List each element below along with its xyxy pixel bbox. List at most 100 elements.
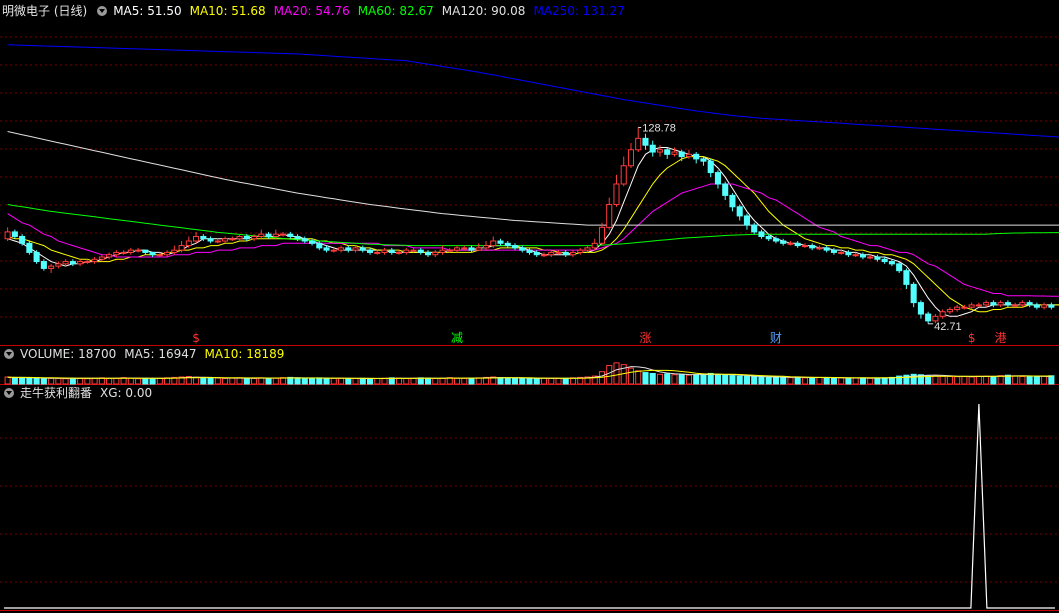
- candle-body: [809, 245, 816, 249]
- volume-bar: [156, 377, 163, 385]
- candle-body: [1019, 302, 1026, 306]
- volume-bar: [403, 378, 410, 385]
- candle-body: [925, 313, 932, 322]
- candle: [48, 263, 55, 273]
- candle: [946, 307, 953, 315]
- candle-body: [330, 249, 337, 252]
- candle-body: [548, 251, 555, 256]
- candle: [511, 243, 519, 251]
- candle-body: [113, 251, 120, 256]
- candle-body: [613, 183, 620, 206]
- candle: [149, 251, 156, 257]
- volume-bar: [55, 378, 62, 385]
- candle-body: [555, 251, 562, 254]
- candle-body: [519, 247, 526, 251]
- candle: [903, 268, 910, 289]
- candle-body: [33, 251, 40, 263]
- candle: [381, 247, 388, 255]
- candle-body: [707, 160, 714, 174]
- candle-body: [540, 254, 548, 257]
- ma-legend-item-0: MA5: 51.50: [113, 4, 182, 18]
- candle: [1033, 302, 1040, 310]
- ma-line-ma250: [7, 44, 1059, 138]
- candle-body: [367, 249, 374, 253]
- indicator-panel-header: 走牛获利翻番 XG: 0.00: [0, 385, 152, 401]
- stock-chart[interactable]: 128.78 42.71 $ 减 涨 财 $ 港: [0, 0, 1059, 613]
- candle: [439, 245, 446, 255]
- candle-body: [453, 247, 461, 251]
- volume-bar: [309, 378, 316, 385]
- volume-bars: [4, 362, 1055, 385]
- volume-bar: [113, 377, 120, 385]
- volume-bar: [722, 374, 729, 385]
- indicator-legend-item-0: 走牛获利翻番: [20, 386, 93, 400]
- volume-bar: [84, 378, 91, 385]
- candle: [410, 247, 417, 253]
- ma-legend-item-3: MA60: 82.67: [357, 4, 434, 18]
- volume-bar: [519, 377, 526, 385]
- indicator-formula-menu-icon[interactable]: [4, 388, 14, 398]
- candle-body: [997, 302, 1004, 306]
- candle: [642, 133, 649, 150]
- candle-body: [359, 247, 366, 251]
- candle-body: [156, 254, 163, 257]
- volume-bar: [1041, 375, 1048, 385]
- volume-bar: [700, 373, 707, 385]
- candle: [598, 222, 606, 246]
- volume-bar: [656, 373, 664, 385]
- moving-average-lines: [7, 44, 1059, 317]
- candle: [258, 229, 265, 239]
- ma-line-ma120: [7, 131, 1059, 226]
- indicator-menu-icon[interactable]: [97, 6, 108, 16]
- volume-bar: [801, 377, 808, 385]
- volume-bar: [758, 376, 765, 385]
- event-marker: $: [968, 331, 976, 345]
- candle-body: [606, 204, 613, 228]
- candle: [497, 238, 504, 246]
- volume-bar: [272, 377, 279, 385]
- volume-bar: [562, 377, 569, 385]
- volume-bar: [678, 373, 685, 385]
- volume-bar: [200, 377, 207, 385]
- xg-signal-line: [4, 403, 1055, 609]
- volume-bar: [714, 373, 721, 385]
- candle-body: [845, 251, 852, 256]
- volume-menu-icon[interactable]: [4, 349, 14, 359]
- candle-body: [424, 251, 432, 256]
- candle-body: [251, 235, 258, 240]
- volume-bar: [526, 378, 533, 385]
- candle-body: [388, 249, 395, 253]
- candle: [830, 247, 837, 255]
- candle: [482, 241, 490, 251]
- volume-bar: [642, 372, 649, 385]
- candle-body: [410, 249, 417, 252]
- candle-body: [1048, 304, 1055, 308]
- volume-legend-item-0: VOLUME: 18700: [20, 347, 117, 361]
- candle-body: [620, 165, 627, 185]
- candle: [925, 311, 932, 324]
- event-marker: 涨: [639, 330, 651, 345]
- candle-body: [917, 302, 924, 315]
- volume-bar: [330, 378, 337, 385]
- volume-bar: [533, 378, 540, 385]
- candle-body: [214, 240, 221, 243]
- candle: [135, 247, 142, 253]
- candle: [26, 241, 33, 255]
- candle: [461, 245, 468, 251]
- volume-bar: [852, 377, 859, 385]
- candle-body: [830, 249, 837, 253]
- volume-bar: [997, 375, 1004, 385]
- volume-bar: [685, 374, 692, 385]
- volume-bar: [301, 377, 308, 385]
- candle-body: [40, 261, 47, 269]
- volume-bar: [453, 377, 461, 385]
- candle: [424, 250, 432, 257]
- candle-body: [236, 235, 243, 240]
- candle: [714, 170, 721, 189]
- volume-bar: [265, 377, 272, 385]
- volume-bar: [859, 377, 866, 385]
- candle-body: [896, 263, 903, 272]
- volume-bar: [983, 375, 990, 385]
- candle-body: [55, 263, 62, 267]
- volume-bar: [729, 375, 736, 385]
